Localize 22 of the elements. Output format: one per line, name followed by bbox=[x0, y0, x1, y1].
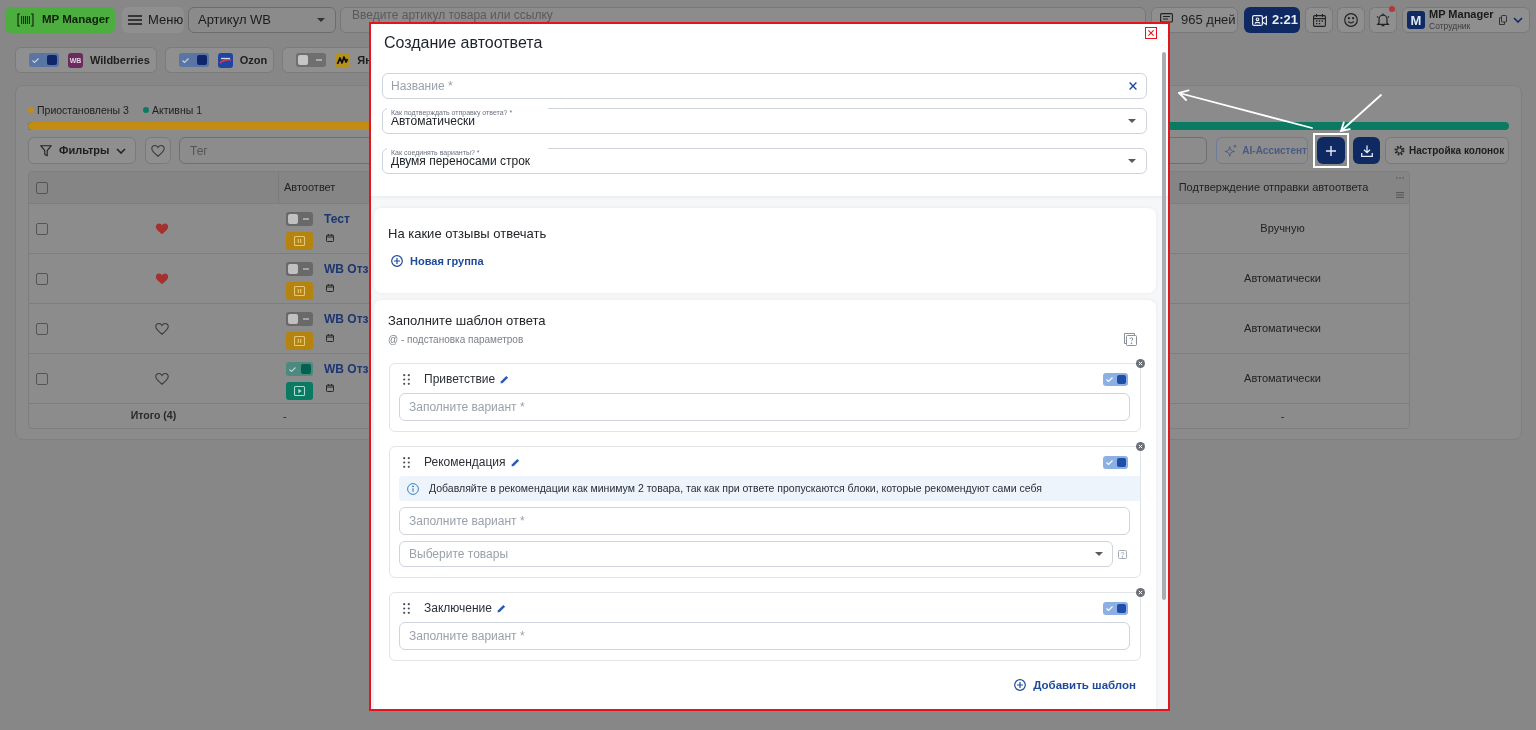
hint-text: @ - подстановка параметров bbox=[388, 333, 524, 346]
table-cell-text: Автоматически bbox=[1244, 371, 1321, 387]
section-title: Заполните шаблон ответа bbox=[388, 313, 546, 329]
block-title: Рекомендация bbox=[424, 454, 506, 471]
total-label: Итого (4) bbox=[130, 408, 177, 424]
column-header: Автоответ bbox=[284, 180, 336, 196]
user-name: MP Manager bbox=[1429, 9, 1494, 21]
table-cell-text: - bbox=[283, 408, 287, 424]
block-title: Заключение bbox=[424, 600, 492, 617]
info-text: Добавляйте в рекомендации как минимум 2 товара, так как при ответе пропускаются блоки, которые рекомендуют сами себя bbox=[429, 480, 1042, 496]
dialog-title: Создание автоответа bbox=[384, 33, 543, 53]
legend-label: Активны 1 bbox=[151, 104, 202, 116]
table-cell-text: Вручную bbox=[1260, 221, 1305, 237]
table-cell-text: Автоматически bbox=[1244, 321, 1321, 337]
table-cell-text: Автоматически bbox=[1244, 271, 1321, 287]
column-header: Подтверждение отправки автоответа bbox=[1178, 180, 1369, 196]
section-title: На какие отзывы отвечать bbox=[388, 226, 547, 242]
table-cell-text: - bbox=[1280, 408, 1285, 424]
block-title: Приветствие bbox=[424, 371, 496, 388]
legend-label: Приостановлены 3 bbox=[37, 104, 129, 116]
user-avatar: M bbox=[1407, 11, 1425, 29]
user-role: Сотрудник bbox=[1429, 22, 1472, 31]
